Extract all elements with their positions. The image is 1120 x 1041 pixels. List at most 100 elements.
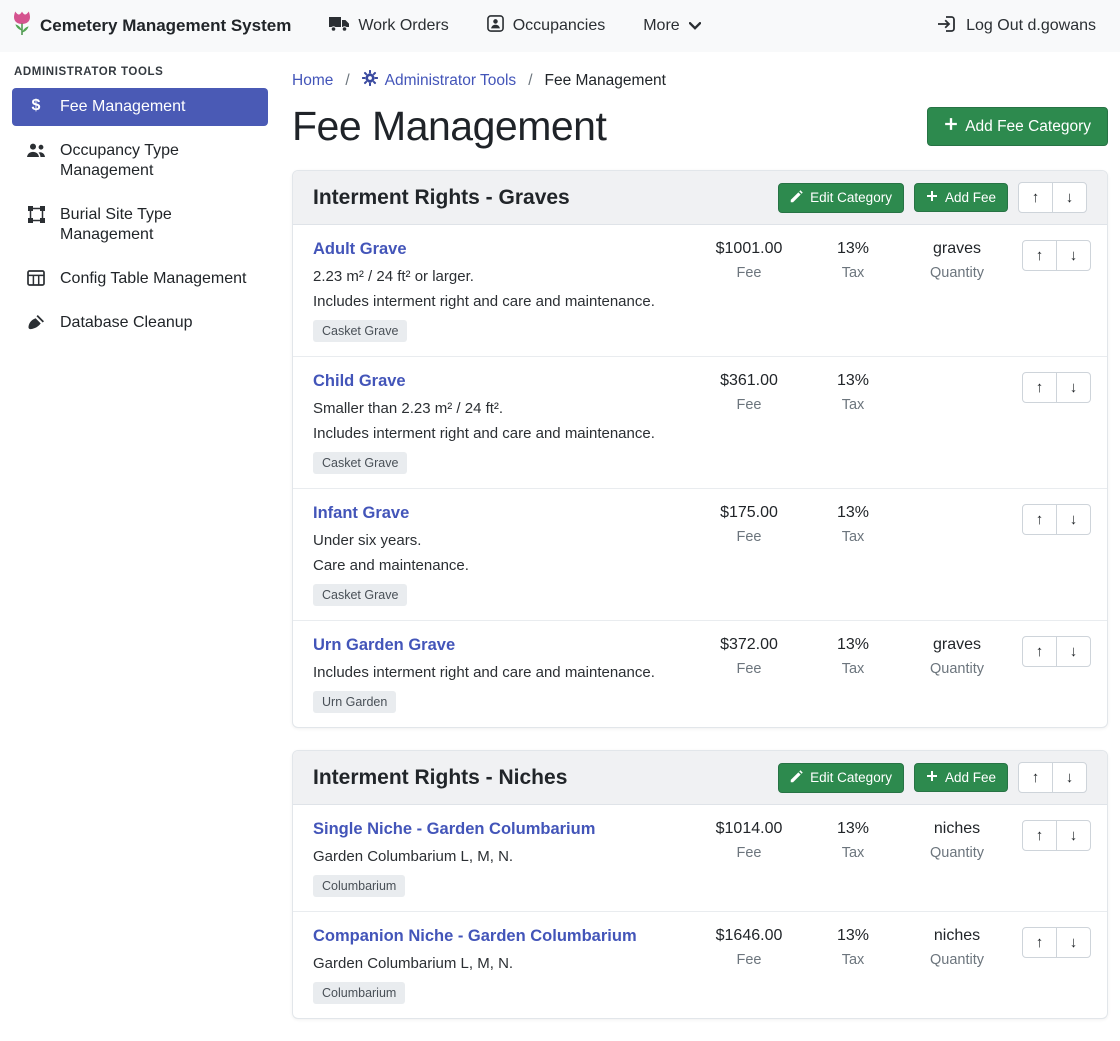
fee-description: Smaller than 2.23 m² / 24 ft².	[313, 400, 687, 417]
move-fee-down-button[interactable]: ↓	[1056, 636, 1091, 667]
arrow-up-icon: ↑	[1036, 828, 1044, 843]
fee-reorder-controls: ↑↓	[1009, 240, 1091, 271]
fee-reorder-controls: ↑↓	[1009, 927, 1091, 958]
edit-category-button[interactable]: Edit Category	[778, 183, 904, 213]
sidebar-item-occupancy-type-management[interactable]: Occupancy Type Management	[12, 132, 268, 190]
move-fee-up-button[interactable]: ↑	[1022, 636, 1057, 667]
logout-label: Log Out d.gowans	[966, 17, 1096, 35]
move-fee-up-button[interactable]: ↑	[1022, 820, 1057, 851]
breadcrumb-admin-tools-label: Administrator Tools	[385, 72, 517, 90]
truck-icon	[329, 16, 349, 37]
fee-reorder-controls: ↑↓	[1009, 636, 1091, 667]
fee-name-link[interactable]: Adult Grave	[313, 240, 407, 259]
sidebar-item-fee-management[interactable]: $ Fee Management	[12, 88, 268, 126]
fee-description: 2.23 m² / 24 ft² or larger.	[313, 268, 687, 285]
sidebar-item-label: Burial Site Type Management	[60, 205, 254, 245]
main-content: Home /	[280, 52, 1120, 1041]
fee-amount-value: $1014.00	[697, 820, 801, 838]
occupant-icon	[487, 15, 504, 37]
app-brand-label: Cemetery Management System	[40, 16, 291, 36]
move-fee-up-button[interactable]: ↑	[1022, 372, 1057, 403]
fee-row: Urn Garden GraveIncludes interment right…	[293, 621, 1107, 727]
fee-amount-column: $1014.00Fee	[697, 820, 801, 861]
move-fee-down-button[interactable]: ↓	[1056, 504, 1091, 535]
fee-tax-label: Tax	[801, 397, 905, 413]
categories: Interment Rights - Graves Edit Category Ad…	[292, 170, 1108, 1019]
fee-quantity-label: Quantity	[905, 845, 1009, 861]
arrow-up-icon: ↑	[1032, 190, 1040, 205]
fee-amount-value: $175.00	[697, 504, 801, 522]
move-fee-up-button[interactable]: ↑	[1022, 504, 1057, 535]
move-fee-down-button[interactable]: ↓	[1056, 240, 1091, 271]
sidebar-item-label: Fee Management	[60, 97, 185, 117]
sidebar-item-database-cleanup[interactable]: Database Cleanup	[12, 304, 268, 342]
category-title: Interment Rights - Graves	[313, 186, 570, 210]
move-fee-down-button[interactable]: ↓	[1056, 927, 1091, 958]
fee-amount-label: Fee	[697, 661, 801, 677]
fee-name-link[interactable]: Child Grave	[313, 372, 406, 391]
fee-description: Garden Columbarium L, M, N.	[313, 955, 687, 972]
logout-button[interactable]: Log Out d.gowans	[938, 16, 1096, 37]
fee-amount-label: Fee	[697, 397, 801, 413]
fee-name-link[interactable]: Single Niche - Garden Columbarium	[313, 820, 595, 839]
fee-reorder-controls: ↑↓	[1009, 820, 1091, 851]
fee-tag: Columbarium	[313, 982, 405, 1004]
category-actions: Edit Category Add Fee ↑ ↓	[778, 182, 1087, 213]
add-fee-button[interactable]: Add Fee	[914, 183, 1008, 212]
plus-icon	[944, 117, 958, 136]
arrow-down-icon: ↓	[1070, 935, 1078, 950]
nav-item-work-orders[interactable]: Work Orders	[329, 16, 448, 37]
table-icon	[26, 270, 46, 286]
move-category-down-button[interactable]: ↓	[1052, 762, 1087, 793]
reorder-button-group: ↑↓	[1022, 927, 1091, 958]
arrow-up-icon: ↑	[1036, 248, 1044, 263]
move-category-up-button[interactable]: ↑	[1018, 182, 1053, 213]
category-header: Interment Rights - Graves Edit Category Ad…	[293, 171, 1107, 225]
fee-amount-label: Fee	[697, 529, 801, 545]
category-header: Interment Rights - Niches Edit Category Ad…	[293, 751, 1107, 805]
move-fee-up-button[interactable]: ↑	[1022, 240, 1057, 271]
reorder-button-group: ↑↓	[1022, 820, 1091, 851]
move-fee-down-button[interactable]: ↓	[1056, 372, 1091, 403]
arrow-down-icon: ↓	[1070, 828, 1078, 843]
edit-category-button[interactable]: Edit Category	[778, 763, 904, 793]
arrow-up-icon: ↑	[1036, 935, 1044, 950]
category-title: Interment Rights - Niches	[313, 766, 567, 790]
sidebar-item-burial-site-type-management[interactable]: Burial Site Type Management	[12, 196, 268, 254]
add-fee-button[interactable]: Add Fee	[914, 763, 1008, 792]
breadcrumb-home-link[interactable]: Home	[292, 72, 333, 90]
page-title: Fee Management	[292, 103, 606, 150]
add-fee-label: Add Fee	[945, 770, 996, 785]
nav-item-occupancies[interactable]: Occupancies	[487, 15, 606, 37]
pencil-icon	[790, 190, 803, 206]
fee-amount-value: $1646.00	[697, 927, 801, 945]
logout-icon	[938, 16, 957, 37]
fee-row: Companion Niche - Garden Columbarium Gard…	[293, 912, 1107, 1018]
fee-category-card: Interment Rights - Graves Edit Category Ad…	[292, 170, 1108, 728]
fee-quantity-label: Quantity	[905, 265, 1009, 281]
move-category-down-button[interactable]: ↓	[1052, 182, 1087, 213]
move-fee-down-button[interactable]: ↓	[1056, 820, 1091, 851]
app-brand[interactable]: Cemetery Management System	[12, 10, 291, 42]
sidebar-item-label: Occupancy Type Management	[60, 141, 254, 181]
fee-description: Garden Columbarium L, M, N.	[313, 848, 687, 865]
fee-name-link[interactable]: Companion Niche - Garden Columbarium	[313, 927, 637, 946]
nav-item-more[interactable]: More	[643, 17, 700, 35]
fee-description: Under six years.	[313, 532, 687, 549]
move-fee-up-button[interactable]: ↑	[1022, 927, 1057, 958]
fee-tax-column: 13%Tax	[801, 372, 905, 413]
fee-name-link[interactable]: Urn Garden Grave	[313, 636, 455, 655]
breadcrumb-current: Fee Management	[545, 72, 667, 90]
fee-name-link[interactable]: Infant Grave	[313, 504, 409, 523]
fee-tax-label: Tax	[801, 845, 905, 861]
fee-amount-column: $361.00Fee	[697, 372, 801, 413]
sidebar-item-config-table-management[interactable]: Config Table Management	[12, 260, 268, 298]
chevron-down-icon	[689, 17, 701, 35]
move-category-up-button[interactable]: ↑	[1018, 762, 1053, 793]
fee-row: Single Niche - Garden Columbarium Garden …	[293, 805, 1107, 912]
fee-amount-column: $1001.00Fee	[697, 240, 801, 281]
add-fee-category-button[interactable]: Add Fee Category	[927, 107, 1108, 146]
breadcrumb-admin-tools-link[interactable]: Administrator Tools	[362, 70, 517, 91]
fee-reorder-controls: ↑↓	[1009, 504, 1091, 535]
fee-amount-column: $1646.00Fee	[697, 927, 801, 968]
